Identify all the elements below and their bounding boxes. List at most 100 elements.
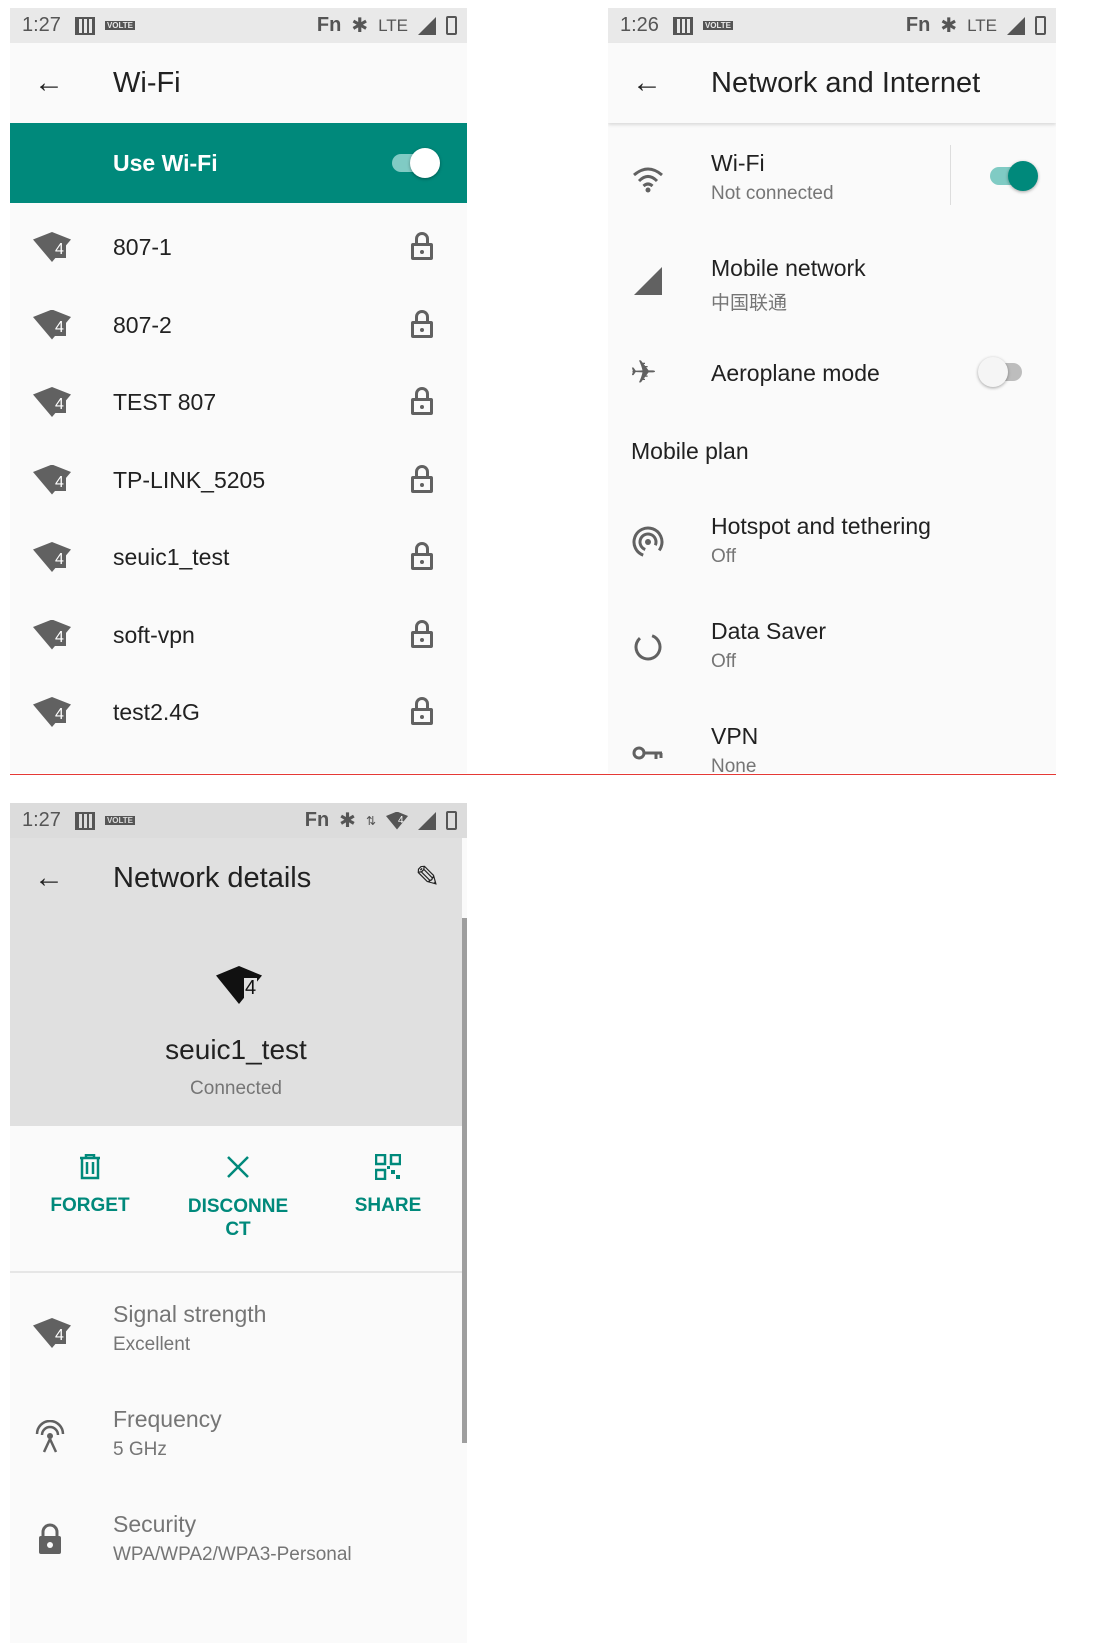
- wifi-signal-icon: 4: [33, 309, 71, 340]
- data-activity-icon: ⇅: [365, 813, 376, 828]
- back-arrow-icon[interactable]: ←: [10, 66, 90, 100]
- mobile-plan-setting[interactable]: Mobile plan: [608, 428, 1056, 478]
- lock-icon: [411, 542, 433, 570]
- status-time: 1:27: [22, 809, 61, 831]
- page-title: Network details: [113, 861, 312, 894]
- close-icon: [227, 1156, 249, 1178]
- wifi-status-level: 4: [398, 814, 404, 826]
- network-ssid: seuic1_test: [165, 1034, 307, 1065]
- wifi-signal-icon: 4: [33, 1318, 71, 1348]
- mobile-network-subtitle: 中国联通: [711, 293, 788, 314]
- network-row[interactable]: 4 test2.4G: [10, 673, 467, 750]
- wifi-signal-icon: 4: [33, 232, 71, 262]
- signal-strength-title: Signal strength: [113, 1301, 267, 1327]
- lock-icon: [411, 464, 433, 493]
- vpn-setting[interactable]: VPN None: [608, 713, 1056, 773]
- network-big-icon: 4: [216, 966, 262, 1004]
- mobile-plan-title: Mobile plan: [631, 438, 749, 464]
- status-bar: 1:27 VOLTE Fn ✱ LTE: [10, 8, 467, 43]
- wifi-subtitle: Not connected: [711, 183, 834, 204]
- wifi-title: Wi-Fi: [711, 150, 765, 176]
- back-arrow-icon[interactable]: ←: [10, 861, 90, 895]
- signal-strength-value: Excellent: [113, 1334, 191, 1355]
- status-bar: 1:26 VOLTE Fn ✱ LTE: [608, 8, 1056, 43]
- mobile-network-setting[interactable]: Mobile network 中国联通: [608, 243, 1056, 323]
- hotspot-setting[interactable]: Hotspot and tethering Off: [608, 503, 1056, 583]
- signal-level: 4: [53, 1327, 66, 1344]
- vpn-subtitle: None: [711, 756, 757, 773]
- lock-icon: [39, 1523, 61, 1554]
- bluetooth-icon: ✱: [940, 15, 958, 37]
- aeroplane-mode-title: Aeroplane mode: [711, 360, 880, 386]
- qr-code-icon: [374, 1153, 402, 1181]
- aeroplane-mode-toggle[interactable]: [978, 357, 1028, 387]
- status-bar: 1:27 VOLTE Fn ✱ ⇅ 4: [10, 803, 467, 838]
- status-time: 1:26: [620, 14, 659, 36]
- use-wifi-toggle[interactable]: [390, 148, 440, 178]
- vpn-title: VPN: [711, 723, 759, 749]
- fn-indicator: Fn: [905, 14, 931, 36]
- network-row[interactable]: 4 TEST 807: [10, 363, 467, 440]
- page-title: Wi-Fi: [113, 66, 181, 99]
- wifi-icon: [633, 167, 663, 193]
- aeroplane-mode-setting[interactable]: ✈ Aeroplane mode: [608, 343, 1056, 403]
- lock-icon: [411, 232, 433, 260]
- wifi-setting[interactable]: Wi-Fi Not connected: [608, 133, 1056, 223]
- network-row[interactable]: 4 seuic1_test: [10, 518, 467, 595]
- sim-icon: [74, 811, 95, 830]
- use-wifi-label: Use Wi-Fi: [113, 149, 218, 176]
- network-ssid: soft-vpn: [113, 621, 195, 648]
- signal-level: 4: [53, 396, 66, 413]
- app-bar: ← Network and Internet: [608, 43, 1056, 123]
- mobile-network-title: Mobile network: [711, 255, 866, 281]
- fn-indicator: Fn: [316, 14, 342, 36]
- network-row[interactable]: 4 807-1: [10, 208, 467, 285]
- network-details-screen: 1:27 VOLTE Fn ✱ ⇅ 4 ← Network details ✎ …: [10, 803, 467, 1643]
- action-bar: FORGET DISCONNE CT SHARE: [10, 1126, 462, 1273]
- security-title: Security: [113, 1511, 197, 1537]
- use-wifi-bar[interactable]: Use Wi-Fi: [10, 123, 467, 203]
- security-row: Security WPA/WPA2/WPA3-Personal: [10, 1503, 467, 1583]
- back-arrow-icon[interactable]: ←: [608, 66, 688, 100]
- forget-label: FORGET: [50, 1195, 130, 1216]
- wifi-signal-icon: 4: [33, 542, 71, 572]
- wifi-toggle[interactable]: [988, 161, 1038, 191]
- frequency-value: 5 GHz: [113, 1439, 167, 1460]
- data-saver-setting[interactable]: Data Saver Off: [608, 608, 1056, 688]
- signal-level: 4: [53, 706, 66, 723]
- sim-icon: [74, 16, 95, 35]
- lock-icon: [411, 387, 433, 415]
- bluetooth-icon: ✱: [339, 810, 356, 832]
- signal-strength-row: 4 Signal strength Excellent: [10, 1293, 467, 1373]
- frequency-row: Frequency 5 GHz: [10, 1398, 467, 1478]
- network-ssid: seuic1_test: [113, 544, 230, 570]
- header-area: ← Network details ✎ 4 seuic1_test Connec…: [10, 838, 462, 1126]
- volte-icon: VOLTE: [104, 816, 136, 825]
- wifi-signal-icon: 4: [33, 697, 71, 727]
- wifi-status-icon: 4: [386, 811, 408, 830]
- status-time: 1:27: [22, 14, 61, 36]
- airplane-icon: ✈: [630, 354, 657, 390]
- wifi-signal-icon: 4: [33, 387, 71, 417]
- battery-icon: [446, 811, 457, 830]
- network-row[interactable]: 4 TP-LINK_5205: [10, 441, 467, 518]
- volte-icon: VOLTE: [702, 21, 734, 30]
- network-row[interactable]: 4 807-2: [10, 286, 467, 363]
- network-ssid: TP-LINK_5205: [113, 466, 266, 493]
- edit-pencil-icon[interactable]: ✎: [415, 860, 440, 895]
- cellular-icon: [634, 267, 662, 295]
- network-internet-screen: 1:26 VOLTE Fn ✱ LTE ← Network and Intern…: [608, 8, 1056, 773]
- network-row[interactable]: 4 soft-vpn: [10, 596, 467, 673]
- network-ssid: test2.4G: [113, 699, 200, 725]
- data-saver-title: Data Saver: [711, 618, 827, 644]
- network-ssid: TEST 807: [113, 389, 217, 415]
- lock-icon: [411, 697, 433, 725]
- network-type: LTE: [967, 15, 997, 35]
- delete-icon: [80, 1153, 100, 1180]
- share-button[interactable]: SHARE: [328, 1153, 448, 1217]
- data-saver-subtitle: Off: [711, 651, 736, 672]
- cellular-signal-icon: [418, 811, 436, 830]
- forget-button[interactable]: FORGET: [30, 1153, 150, 1217]
- disconnect-button[interactable]: DISCONNE CT: [178, 1154, 298, 1241]
- network-ssid: 807-2: [113, 311, 172, 338]
